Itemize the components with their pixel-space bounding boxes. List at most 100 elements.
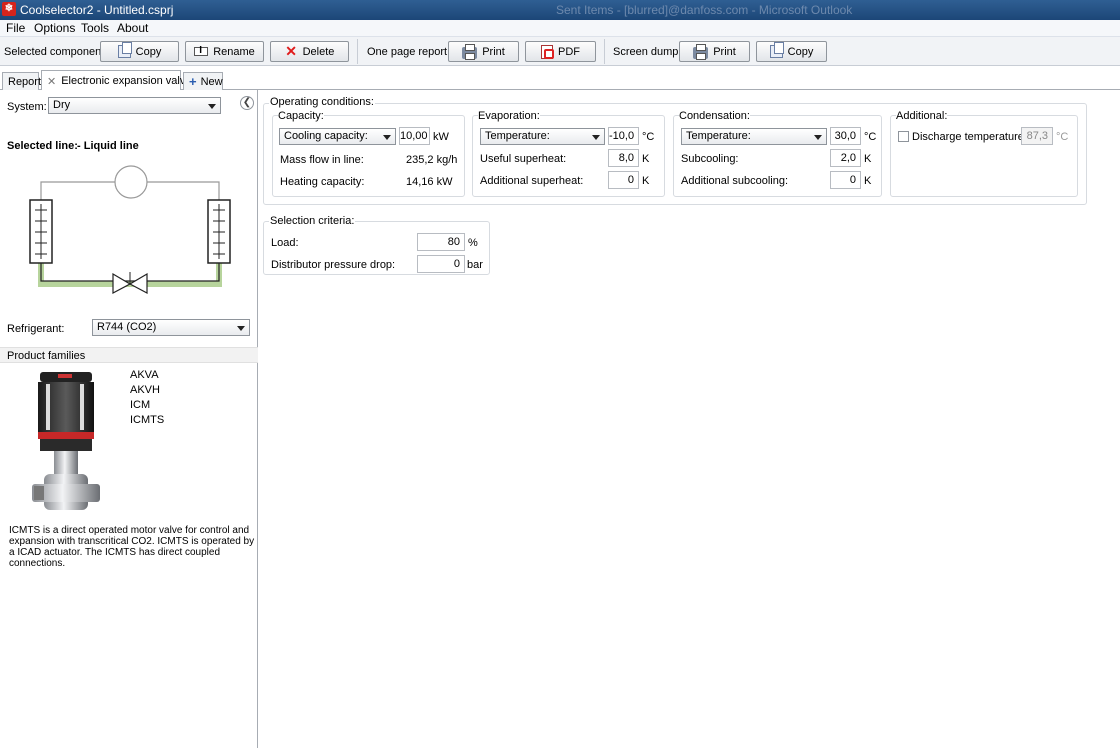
system-label: System: [7,101,47,113]
condenser-symbol[interactable] [29,199,53,264]
operating-conditions-title: Operating conditions: [269,96,375,108]
additional-subcooling-label: Additional subcooling: [681,175,789,187]
background-window-title: Sent Items - [blurred]@danfoss.com - Mic… [556,3,853,17]
heating-capacity-label: Heating capacity: [280,176,365,188]
refrigerant-select[interactable]: R744 (CO2) [92,319,250,336]
refrigerant-label: Refrigerant: [7,323,65,335]
condensation-title: Condensation: [679,110,750,122]
delete-button[interactable]: ✕ Delete [270,41,349,62]
tab-new-label: New [200,75,223,88]
suction-line[interactable] [147,181,220,200]
collapse-panel-button[interactable]: ❮ [240,96,254,110]
copy-icon [769,42,784,58]
mass-flow-value: 235,2 kg/h [406,154,458,166]
mass-flow-label: Mass flow in line: [280,154,364,166]
product-description: ICMTS is a direct operated motor valve f… [9,525,255,569]
app-icon: ❄ [2,2,16,16]
evaporation-temperature-input[interactable]: -10,0 [608,127,639,145]
chevron-down-icon [814,135,822,140]
toolbar-separator [357,39,358,64]
menu-options[interactable]: Options [34,21,75,35]
system-select[interactable]: Dry [48,97,221,114]
chevron-down-icon [237,326,245,331]
distributor-pressure-drop-unit: bar [467,259,483,271]
screen-print-button[interactable]: Print [679,41,750,62]
selected-component-label: Selected component: [4,46,108,58]
subcooling-label: Subcooling: [681,153,739,165]
product-item[interactable]: ICMTS [130,413,164,428]
distributor-pressure-drop-label: Distributor pressure drop: [271,259,396,271]
title-bar: ❄ Coolselector2 - Untitled.csprj Sent It… [0,0,1120,20]
load-unit: % [468,237,478,249]
pdf-icon [541,44,554,59]
system-value: Dry [53,99,71,111]
menu-tools[interactable]: Tools [81,21,109,35]
window-title: Coolselector2 - Untitled.csprj [20,3,174,17]
rename-button[interactable]: Rename [185,41,264,62]
distributor-pressure-drop-input[interactable]: 0 [417,255,465,273]
capacity-title: Capacity: [278,110,324,122]
product-item[interactable]: AKVH [130,383,160,398]
tab-report[interactable]: Report [2,72,41,90]
screen-print-label: Print [713,45,736,58]
tab-electronic-expansion-valve[interactable]: ✕ Electronic expansion valve 1 [41,70,201,91]
evaporation-title: Evaporation: [478,110,540,122]
additional-superheat-unit: K [642,175,650,187]
condensation-temperature-unit: °C [864,131,877,143]
printer-icon [462,43,478,60]
rename-label: Rename [213,45,255,58]
plus-icon: + [189,74,197,89]
expansion-valve-symbol[interactable] [112,272,148,294]
cooling-capacity-input[interactable]: 10,00 [399,127,430,145]
one-page-report-label: One page report: [367,46,451,58]
chevron-down-icon [592,135,600,140]
additional-superheat-input[interactable]: 0 [608,171,639,189]
tab-new[interactable]: + New [183,72,223,90]
useful-superheat-input[interactable]: 8,0 [608,149,639,167]
discharge-temperature-input[interactable]: 87,3 [1021,127,1053,145]
discharge-line[interactable] [40,181,115,200]
additional-subcooling-input[interactable]: 0 [830,171,861,189]
compressor-symbol[interactable] [114,165,148,199]
useful-superheat-unit: K [642,153,650,165]
subcooling-input[interactable]: 2,0 [830,149,861,167]
report-print-button[interactable]: Print [448,41,519,62]
toolbar: Selected component: Copy Rename ✕ Delete… [0,37,1120,66]
delete-label: Delete [302,45,335,58]
condensation-mode-value: Temperature: [686,130,751,142]
copy-component-button[interactable]: Copy [100,41,179,62]
product-item[interactable]: ICM [130,398,150,413]
menu-file[interactable]: File [6,21,25,35]
refrigeration-circuit-diagram[interactable] [20,160,240,300]
evaporation-mode-value: Temperature: [485,130,550,142]
screen-copy-button[interactable]: Copy [756,41,827,62]
capacity-mode-value: Cooling capacity: [284,130,368,142]
evaporation-mode-select[interactable]: Temperature: [480,128,605,145]
capacity-mode-select[interactable]: Cooling capacity: [279,128,396,145]
selected-line-label: Selected line: [7,140,78,152]
menu-about[interactable]: About [117,21,148,35]
discharge-temperature-label: Discharge temperature: [912,131,1027,143]
discharge-temperature-checkbox[interactable] [898,131,909,142]
evaporator-symbol[interactable] [207,199,231,264]
product-families-header: Product families [0,347,258,363]
report-print-label: Print [482,45,505,58]
product-families-label: Product families [7,350,86,362]
condensation-temperature-input[interactable]: 30,0 [830,127,861,145]
refrigerant-value: R744 (CO2) [97,321,157,333]
additional-superheat-label: Additional superheat: [480,175,584,187]
product-item[interactable]: AKVA [130,368,159,383]
report-pdf-button[interactable]: PDF [525,41,596,62]
load-input[interactable]: 80 [417,233,465,251]
heating-capacity-value: 14,16 kW [406,176,453,188]
additional-title: Additional: [896,110,948,122]
screen-dump-label: Screen dump: [613,46,682,58]
printer-icon [693,43,709,60]
condensation-mode-select[interactable]: Temperature: [681,128,827,145]
close-icon[interactable]: ✕ [47,75,56,88]
evaporation-temperature-unit: °C [642,131,655,143]
copy-component-label: Copy [135,45,162,58]
useful-superheat-label: Useful superheat: [480,153,567,165]
chevron-down-icon [383,135,391,140]
rename-icon [194,45,209,56]
